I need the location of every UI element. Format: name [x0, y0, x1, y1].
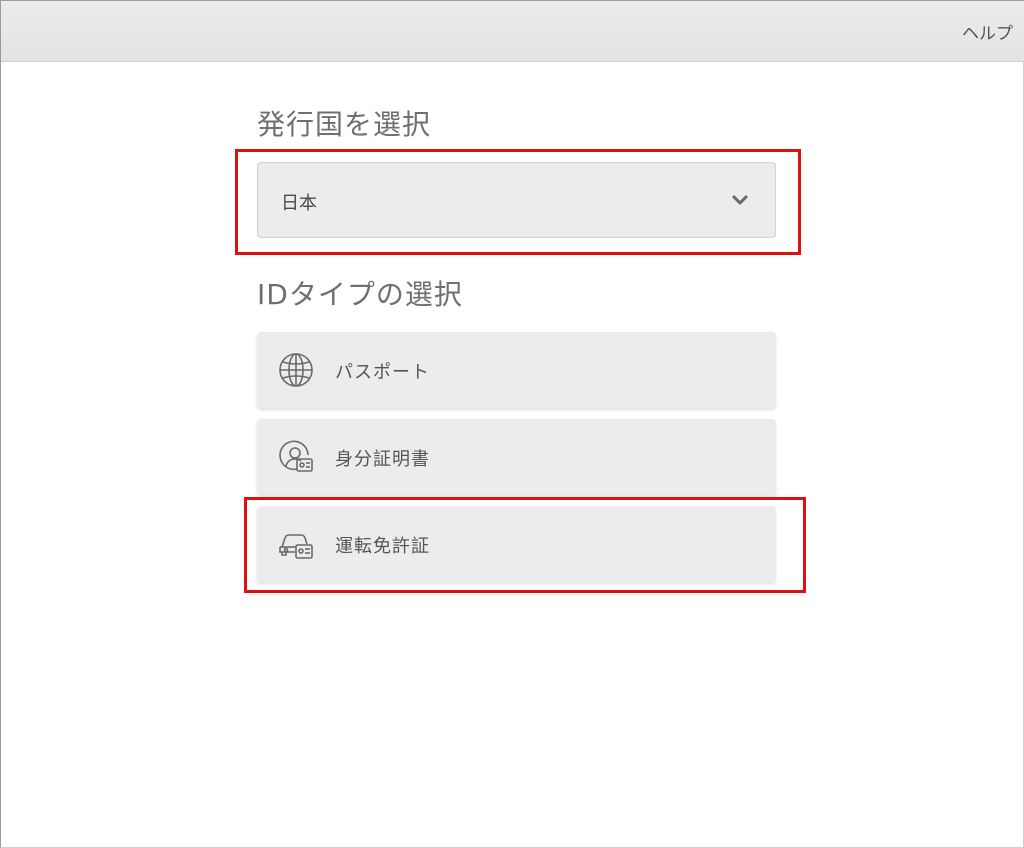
- globe-icon: [279, 353, 313, 387]
- id-option-label: パスポート: [335, 362, 430, 383]
- top-bar: ヘルプ: [1, 1, 1024, 62]
- country-select[interactable]: 日本: [257, 162, 776, 238]
- id-option-id-card[interactable]: 身分証明書: [257, 419, 776, 495]
- id-type-section-title: IDタイプの選択: [257, 278, 463, 311]
- country-selected-value: 日本: [281, 193, 317, 214]
- app-window: ヘルプ 発行国を選択 日本 IDタイプの選択 パスポート 身分証明書 運転免許証: [0, 0, 1024, 848]
- car-license-icon: [279, 534, 313, 559]
- id-option-label: 身分証明書: [335, 449, 430, 470]
- id-option-passport[interactable]: パスポート: [257, 332, 776, 408]
- id-option-label: 運転免許証: [335, 536, 430, 557]
- id-option-drivers-license[interactable]: 運転免許証: [257, 506, 776, 582]
- id-card-icon: [279, 440, 313, 472]
- country-section-title: 発行国を選択: [257, 108, 432, 141]
- chevron-down-icon: [732, 195, 748, 205]
- help-link[interactable]: ヘルプ: [962, 19, 1013, 44]
